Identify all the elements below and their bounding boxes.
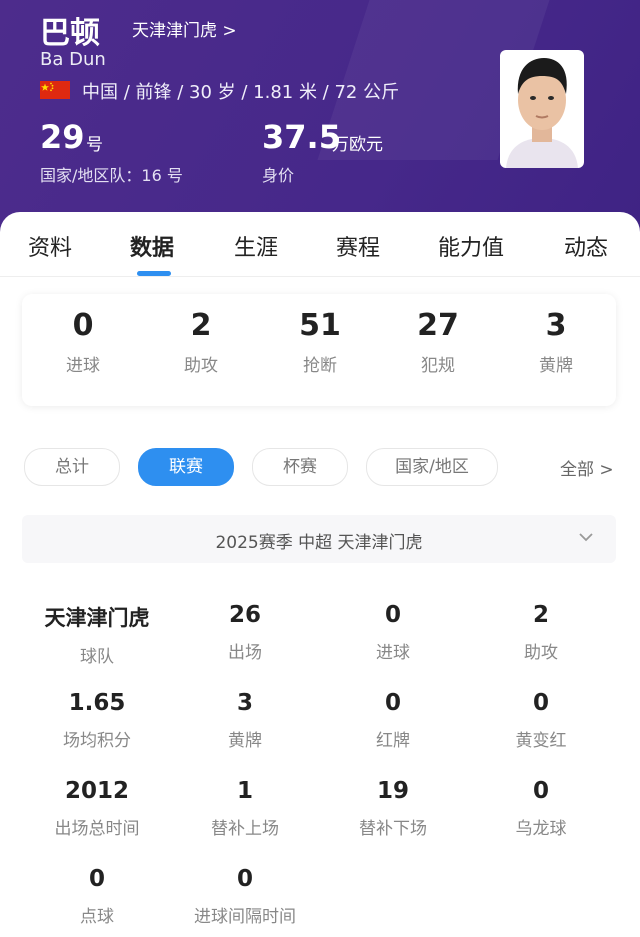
- all-filters-link[interactable]: 全部 >: [560, 455, 614, 480]
- summary-label: 抢断: [303, 356, 337, 376]
- stat-value: 2: [532, 602, 549, 628]
- stat-value: 1: [236, 778, 253, 804]
- stat-cell: 1 替补上场: [170, 778, 320, 839]
- tab-profile[interactable]: 资料: [28, 230, 72, 262]
- stat-value: 26: [228, 602, 261, 628]
- summary-label: 犯规: [421, 356, 455, 376]
- summary-label: 黄牌: [539, 356, 573, 376]
- stat-label: 出场总时间: [54, 819, 140, 839]
- stat-value: 0: [384, 602, 401, 628]
- stat-value: 0: [88, 866, 105, 892]
- stat-value: 19: [376, 778, 409, 804]
- stat-cell: 2 助攻: [466, 602, 616, 663]
- national-team-number: 国家/地区队：16 号: [40, 166, 183, 185]
- stat-cell: 0 进球间隔时间: [170, 866, 320, 927]
- player-avatar: [500, 50, 584, 168]
- stat-label: 场均积分: [63, 731, 131, 751]
- summary-value: 2: [190, 308, 212, 343]
- tab-bar: 资料 数据 生涯 赛程 能力值 动态: [0, 212, 640, 277]
- summary-item: 3 黄牌: [501, 308, 611, 376]
- tab-news[interactable]: 动态: [564, 230, 608, 262]
- stat-label: 进球间隔时间: [194, 907, 296, 927]
- player-bio: 中国 / 前锋 / 30 岁 / 1.81 米 / 72 公斤: [82, 82, 400, 103]
- market-value-unit: 万欧元: [332, 135, 383, 155]
- summary-value: 27: [417, 308, 459, 343]
- filter-league[interactable]: 联赛: [138, 448, 234, 486]
- shirt-number-unit: 号: [86, 135, 103, 155]
- stat-label: 替补上场: [211, 819, 279, 839]
- stat-cell: 19 替补下场: [318, 778, 468, 839]
- stat-label: 替补下场: [359, 819, 427, 839]
- summary-card: 0 进球 2 助攻 51 抢断 27 犯规 3 黄牌: [22, 294, 616, 406]
- summary-label: 助攻: [184, 356, 218, 376]
- stat-cell: 1.65 场均积分: [22, 690, 172, 751]
- filter-national[interactable]: 国家/地区: [366, 448, 498, 486]
- filter-cup[interactable]: 杯赛: [252, 448, 348, 486]
- stat-cell: 2012 出场总时间: [22, 778, 172, 839]
- stat-label: 点球: [80, 907, 114, 927]
- summary-value: 51: [299, 308, 341, 343]
- player-header: 巴顿 天津津门虎 > Ba Dun 中国 / 前锋 / 30 岁 / 1.81 …: [0, 0, 640, 240]
- tab-career[interactable]: 生涯: [234, 230, 278, 262]
- stat-label: 助攻: [524, 643, 558, 663]
- filter-total[interactable]: 总计: [24, 448, 120, 486]
- competition-filter-bar: 总计 联赛 杯赛 国家/地区 全部 >: [0, 448, 640, 488]
- stat-cell: 0 黄变红: [466, 690, 616, 751]
- summary-value: 3: [545, 308, 567, 343]
- stat-cell: 0 点球: [22, 866, 172, 927]
- summary-item: 51 抢断: [265, 308, 375, 376]
- stat-label: 黄变红: [515, 731, 567, 751]
- stat-cell: 0 红牌: [318, 690, 468, 751]
- active-tab-indicator: [137, 271, 171, 276]
- tab-schedule[interactable]: 赛程: [336, 230, 380, 262]
- stat-label: 球队: [80, 647, 114, 667]
- content-panel: 资料 数据 生涯 赛程 能力值 动态 0 进球 2 助攻 51 抢断 27 犯规…: [0, 212, 640, 937]
- season-label: 2025赛季 中超 天津津门虎: [215, 533, 423, 553]
- stat-label: 黄牌: [228, 731, 262, 751]
- stat-cell: 0 进球: [318, 602, 468, 663]
- stat-value: 0: [532, 778, 549, 804]
- stat-cell: 26 出场: [170, 602, 320, 663]
- club-link[interactable]: 天津津门虎 >: [132, 16, 237, 41]
- market-value: 37.5: [262, 118, 341, 156]
- stat-label: 进球: [376, 643, 410, 663]
- summary-item: 0 进球: [28, 308, 138, 376]
- shirt-number: 29: [40, 118, 85, 156]
- tab-data[interactable]: 数据: [130, 230, 174, 262]
- summary-item: 27 犯规: [383, 308, 493, 376]
- china-flag-icon: [40, 81, 70, 99]
- stat-value: 天津津门虎: [44, 606, 150, 630]
- stat-cell: 3 黄牌: [170, 690, 320, 751]
- stat-cell: 天津津门虎 球队: [22, 602, 172, 667]
- player-name: 巴顿: [40, 16, 100, 51]
- stat-value: 2012: [64, 778, 129, 804]
- stat-value: 0: [384, 690, 401, 716]
- stat-cell: 0 乌龙球: [466, 778, 616, 839]
- summary-item: 2 助攻: [146, 308, 256, 376]
- stat-value: 0: [532, 690, 549, 716]
- stat-value: 0: [236, 866, 253, 892]
- stat-label: 红牌: [376, 731, 410, 751]
- stat-value: 1.65: [68, 690, 126, 716]
- stat-value: 3: [236, 690, 253, 716]
- season-selector[interactable]: 2025赛季 中超 天津津门虎: [22, 515, 616, 563]
- market-value-label: 身价: [262, 166, 295, 185]
- stat-label: 乌龙球: [515, 819, 567, 839]
- chevron-down-icon: [578, 529, 594, 549]
- summary-value: 0: [72, 308, 94, 343]
- summary-label: 进球: [66, 356, 100, 376]
- stat-label: 出场: [228, 643, 262, 663]
- player-english-name: Ba Dun: [40, 49, 106, 70]
- tab-ability[interactable]: 能力值: [438, 230, 504, 262]
